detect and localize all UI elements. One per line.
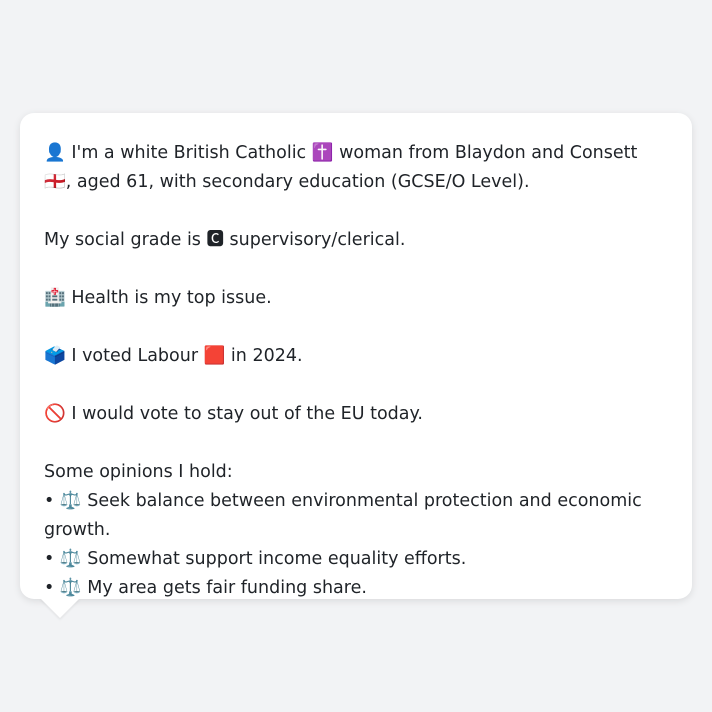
eu-stance-text: 🚫 I would vote to stay out of the EU tod… — [44, 404, 423, 424]
intro-text: 👤 I'm a white British Catholic ✝️ woman … — [44, 143, 638, 192]
chat-stage: 👤 I'm a white British Catholic ✝️ woman … — [0, 0, 712, 712]
list-item: • ⚖️ My area gets fair funding share. — [44, 578, 367, 598]
opinions-heading: Some opinions I hold: — [44, 462, 233, 482]
bubble-tail — [40, 598, 80, 618]
top-issue-text: 🏥 Health is my top issue. — [44, 288, 272, 308]
list-item: • ⚖️ Seek balance between environmental … — [44, 491, 642, 540]
social-grade-text: My social grade is 🅲 supervisory/clerica… — [44, 230, 406, 250]
opinions-list: • ⚖️ Seek balance between environmental … — [44, 487, 668, 603]
vote-2024-text: 🗳️ I voted Labour 🟥 in 2024. — [44, 346, 303, 366]
message-bubble: 👤 I'm a white British Catholic ✝️ woman … — [20, 113, 692, 599]
list-item: • ⚖️ Somewhat support income equality ef… — [44, 549, 467, 569]
